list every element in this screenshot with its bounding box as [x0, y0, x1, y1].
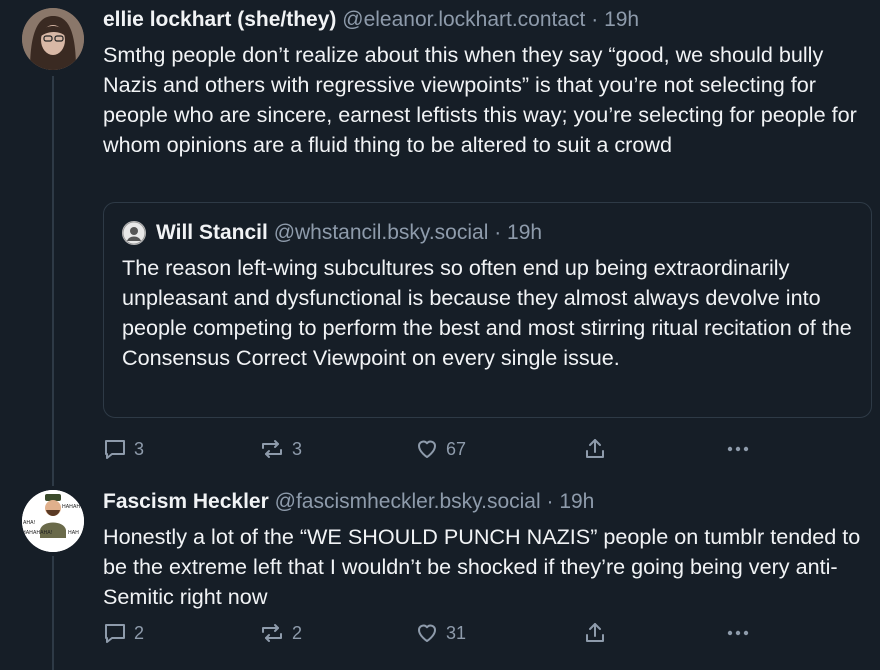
repost-button[interactable]: 2 — [259, 621, 302, 645]
post-actions: 2 2 31 — [103, 621, 763, 651]
post-actions: 3 3 67 — [103, 437, 763, 467]
separator: · — [494, 221, 502, 244]
reply-count: 3 — [134, 438, 145, 459]
share-icon — [586, 439, 604, 458]
like-icon — [418, 624, 436, 642]
reply-button[interactable]: 3 — [103, 437, 144, 461]
more-button[interactable] — [725, 437, 751, 461]
separator: · — [591, 8, 599, 31]
post-time[interactable]: 19h — [559, 490, 594, 513]
reply-icon — [105, 440, 125, 459]
like-count: 31 — [446, 622, 467, 643]
like-icon — [418, 440, 436, 458]
avatar-text: AHA! — [23, 520, 36, 526]
like-button[interactable]: 67 — [415, 437, 466, 461]
quote-text: The reason left-wing subcultures so ofte… — [122, 255, 852, 370]
author-handle[interactable]: @eleanor.lockhart.contact — [342, 8, 585, 31]
like-count: 67 — [446, 438, 467, 459]
repost-icon — [262, 624, 282, 642]
post-text: Honestly a lot of the “WE SHOULD PUNCH N… — [103, 524, 861, 609]
repost-icon — [262, 440, 282, 458]
post-header: Fascism Heckler @fascismheckler.bsky.soc… — [103, 489, 866, 515]
author-name[interactable]: Fascism Heckler — [103, 490, 269, 513]
repost-count: 2 — [292, 622, 303, 643]
share-icon — [586, 623, 604, 642]
post[interactable]: ellie lockhart (she/they) @eleanor.lockh… — [103, 7, 866, 160]
avatar[interactable]: HAHAH AHA! HAHAHAHA! HAH — [22, 490, 84, 552]
more-button[interactable] — [725, 621, 751, 645]
like-button[interactable]: 31 — [415, 621, 466, 645]
quoted-post[interactable]: Will Stancil @whstancil.bsky.social · 19… — [103, 202, 872, 418]
separator: · — [546, 490, 554, 513]
thread-line — [52, 556, 54, 670]
post[interactable]: Fascism Heckler @fascismheckler.bsky.soc… — [103, 489, 866, 612]
avatar-text: HAHAHAHA! — [22, 530, 53, 536]
repost-button[interactable]: 3 — [259, 437, 302, 461]
share-button[interactable] — [583, 437, 607, 461]
quote-avatar — [122, 221, 146, 245]
share-button[interactable] — [583, 621, 607, 645]
author-name[interactable]: ellie lockhart (she/they) — [103, 8, 336, 31]
avatar-text: HAHAH — [62, 504, 80, 510]
author-handle[interactable]: @fascismheckler.bsky.social — [275, 490, 541, 513]
reply-button[interactable]: 2 — [103, 621, 144, 645]
quote-header: Will Stancil @whstancil.bsky.social · 19… — [122, 220, 542, 246]
quote-author-handle[interactable]: @whstancil.bsky.social — [274, 220, 489, 246]
post-time[interactable]: 19h — [604, 8, 639, 31]
post-header: ellie lockhart (she/they) @eleanor.lockh… — [103, 7, 866, 33]
more-icon — [727, 446, 749, 452]
avatar[interactable] — [22, 8, 84, 70]
reply-icon — [105, 624, 125, 643]
repost-count: 3 — [292, 438, 303, 459]
avatar-text: HAH — [68, 530, 79, 536]
post-text: Smthg people don’t realize about this wh… — [103, 42, 857, 157]
quote-author-name[interactable]: Will Stancil — [156, 220, 268, 246]
thread-line — [52, 76, 54, 486]
more-icon — [727, 630, 749, 636]
quote-time[interactable]: 19h — [507, 220, 542, 246]
reply-count: 2 — [134, 622, 145, 643]
